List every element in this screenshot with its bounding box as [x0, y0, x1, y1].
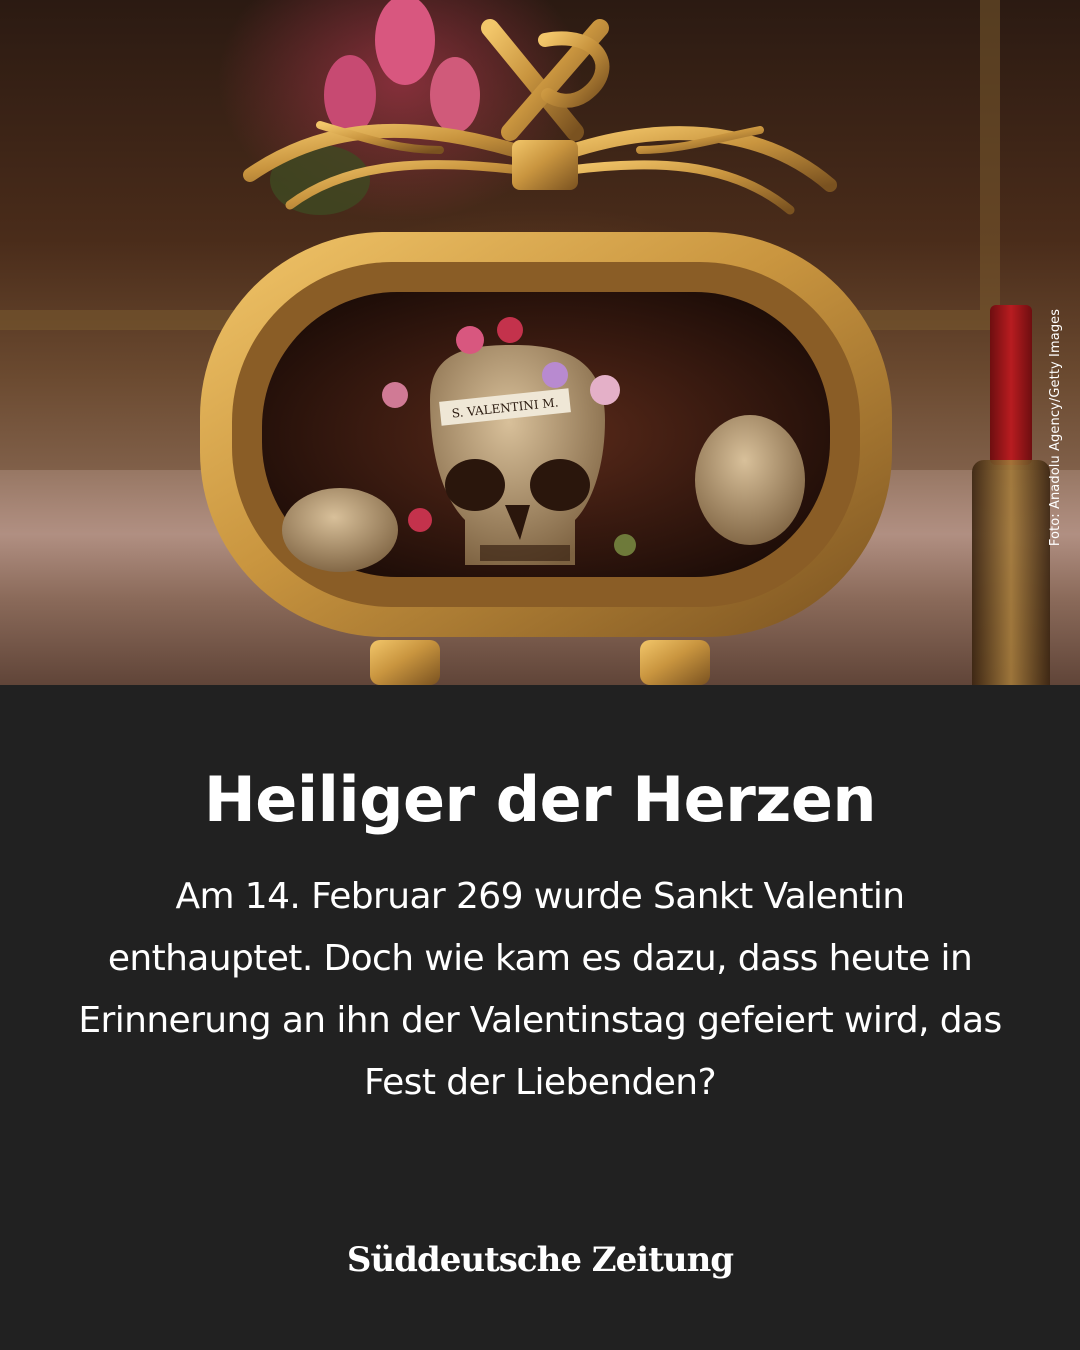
photo-credit: Foto: Anadolu Agency/Getty Images	[1046, 280, 1066, 575]
photo-credit-text: Foto: Anadolu Agency/Getty Images	[1048, 308, 1064, 547]
social-post-card: S. VALENTINI M. Foto: Anadolu Agency/Get…	[0, 0, 1080, 1350]
sueddeutsche-zeitung-logo: Süddeutsche Zeitung	[346, 1240, 734, 1280]
background-flowers	[270, 0, 480, 215]
reliquary-photo: S. VALENTINI M. Foto: Anadolu Agency/Get…	[0, 0, 1080, 685]
stand-leg-right	[640, 640, 710, 685]
teaser-text: Am 14. Februar 269 wurde Sankt Valentin …	[78, 876, 1002, 1103]
reliquary-illustration: S. VALENTINI M.	[200, 0, 892, 685]
stand-leg-left	[370, 640, 440, 685]
headline: Heiliger der Herzen	[203, 763, 877, 836]
ornament-knot	[512, 140, 578, 190]
